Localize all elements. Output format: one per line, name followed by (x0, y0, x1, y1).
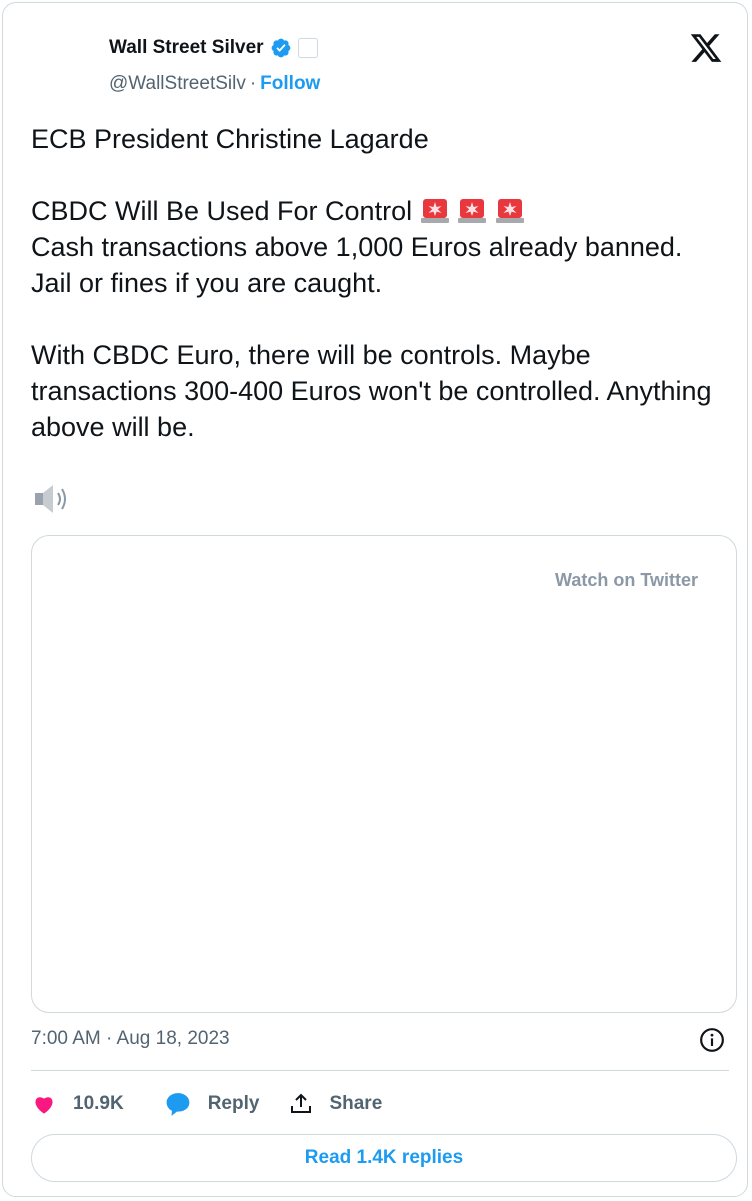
read-replies-button[interactable]: Read 1.4K replies (31, 1134, 737, 1182)
like-count: 10.9K (73, 1093, 124, 1114)
embedded-video[interactable]: Watch on Twitter (31, 535, 737, 1013)
rotating-light-emoji-2 (458, 199, 487, 223)
share-label: Share (329, 1093, 383, 1114)
reply-label: Reply (207, 1093, 260, 1114)
reply-bubble-icon (166, 1093, 190, 1116)
tweet-actions: 10.9K Reply Share (31, 1087, 382, 1121)
heart-icon (35, 1097, 53, 1114)
share-icon (291, 1093, 312, 1113)
rotating-light-emoji-group (420, 196, 525, 226)
follow-button[interactable]: Follow (260, 73, 320, 95)
author-handle-row: @WallStreetSilv · Follow (109, 73, 320, 95)
reply-button[interactable]: Reply (164, 1091, 260, 1117)
share-button[interactable]: Share (289, 1092, 382, 1116)
tweet-header: Wall Street Silver @WallStreetSilv · Fol… (109, 33, 320, 95)
author-handle[interactable]: @WallStreetSilv (109, 73, 246, 95)
verified-badge-icon (271, 38, 290, 58)
tweet-line-4: With CBDC Euro, there will be controls. … (31, 340, 720, 442)
info-icon[interactable] (699, 1027, 725, 1053)
rotating-light-emoji-1 (420, 199, 449, 223)
tweet-line-1: ECB President Christine Lagarde (31, 124, 429, 154)
watch-on-twitter-link[interactable]: Watch on Twitter (555, 570, 698, 591)
like-button[interactable]: 10.9K (31, 1092, 124, 1116)
author-name-row: Wall Street Silver (109, 33, 320, 63)
affiliate-badge-icon (297, 38, 318, 58)
tweet-timestamp[interactable]: 7:00 AM · Aug 18, 2023 (31, 1028, 230, 1050)
tweet-line-3: Cash transactions above 1,000 Euros alre… (31, 232, 690, 298)
tweet-text: ECB President Christine Lagarde CBDC Wil… (31, 121, 721, 445)
author-name[interactable]: Wall Street Silver (109, 37, 264, 59)
rotating-light-emoji-3 (495, 199, 524, 223)
tweet-line-2: CBDC Will Be Used For Control (31, 196, 413, 226)
divider (31, 1070, 729, 1071)
x-logo-icon[interactable] (689, 31, 723, 65)
tweet-card: Wall Street Silver @WallStreetSilv · Fol… (2, 2, 748, 1197)
speaker-icon (35, 485, 66, 513)
handle-separator: · (249, 73, 257, 94)
